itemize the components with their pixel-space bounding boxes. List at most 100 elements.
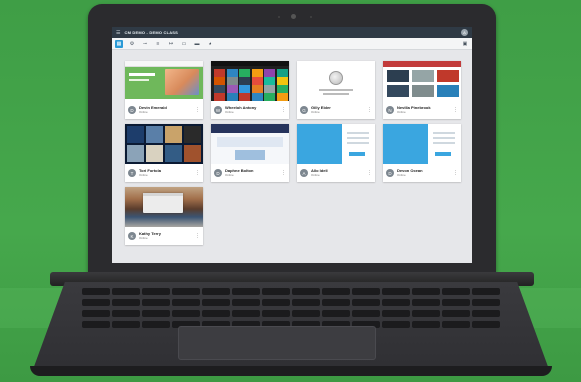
globe-icon[interactable]: ◕ — [206, 40, 214, 48]
student-status: Online — [139, 172, 148, 177]
keyboard-key — [82, 321, 110, 328]
chat-icon[interactable]: ▣ — [461, 40, 469, 48]
student-card[interactable]: D Daphne Bolton Online ⋮ — [211, 124, 289, 182]
student-status: Online — [139, 235, 148, 240]
hamburger-menu-icon[interactable]: ☰ — [116, 30, 120, 36]
keyboard-key — [262, 288, 290, 295]
keyboard — [82, 288, 500, 330]
keyboard-key — [112, 288, 140, 295]
grid-view-icon[interactable]: ▦ — [115, 39, 123, 48]
student-avatar: A — [300, 169, 308, 177]
camera-led — [278, 15, 280, 18]
student-info: W Wheeloh Antony Online ⋮ — [211, 101, 289, 119]
keyboard-key — [112, 310, 140, 317]
student-info: D Devon Ocean Online ⋮ — [383, 164, 461, 182]
keyboard-key — [322, 288, 350, 295]
camera-led — [310, 15, 312, 18]
student-status: Online — [311, 109, 320, 114]
app-bar: ☰ CM DEMO - DEMO CLASS A — [112, 27, 472, 38]
student-status: Online — [139, 109, 148, 114]
share-icon[interactable]: ↦ — [167, 40, 175, 48]
keyboard-key — [412, 310, 440, 317]
more-options-icon[interactable]: ⋮ — [367, 170, 372, 176]
screen-thumbnail[interactable] — [211, 124, 289, 164]
list-icon[interactable]: ≡ — [154, 40, 162, 48]
screen-thumbnail[interactable] — [297, 124, 375, 164]
student-card[interactable]: D Devin Emerald Online ⋮ — [125, 61, 203, 119]
class-title: CM DEMO - DEMO CLASS — [124, 30, 179, 35]
screen-thumbnail[interactable] — [383, 61, 461, 101]
screen-thumbnail[interactable] — [125, 187, 203, 227]
keyboard-key — [172, 288, 200, 295]
screen-thumbnail[interactable] — [125, 124, 203, 164]
student-avatar: D — [128, 106, 136, 114]
keyboard-key — [472, 288, 500, 295]
student-avatar: D — [386, 169, 394, 177]
keyboard-key — [82, 310, 110, 317]
more-options-icon[interactable]: ⋮ — [281, 107, 286, 113]
settings-icon[interactable]: ⚙ — [128, 40, 136, 48]
student-status: Online — [225, 109, 234, 114]
screen-thumbnail[interactable] — [383, 124, 461, 164]
keyboard-key — [382, 288, 410, 295]
student-info: A Allo Idell Online ⋮ — [297, 164, 375, 182]
keyboard-key — [262, 310, 290, 317]
screen: ☰ CM DEMO - DEMO CLASS A ▦ ⚙ ⊸ ≡ ↦ ▭ ▬ ◕… — [112, 27, 472, 263]
student-card[interactable]: G Gilly Elder Online ⋮ — [297, 61, 375, 119]
keyboard-key — [112, 299, 140, 306]
more-options-icon[interactable]: ⋮ — [367, 107, 372, 113]
keyboard-key — [82, 299, 110, 306]
laptop-base-edge — [30, 366, 552, 376]
more-options-icon[interactable]: ⋮ — [195, 233, 200, 239]
keyboard-key — [472, 299, 500, 306]
account-avatar[interactable]: A — [461, 29, 468, 36]
student-avatar: G — [300, 106, 308, 114]
student-info: T Tori Fortola Online ⋮ — [125, 164, 203, 182]
more-options-icon[interactable]: ⋮ — [453, 170, 458, 176]
keyboard-key — [262, 299, 290, 306]
lock-icon[interactable]: ⊸ — [141, 40, 149, 48]
keyboard-key — [142, 288, 170, 295]
more-options-icon[interactable]: ⋮ — [453, 107, 458, 113]
student-info: K Kathy Terry Online ⋮ — [125, 227, 203, 245]
more-options-icon[interactable]: ⋮ — [195, 170, 200, 176]
more-options-icon[interactable]: ⋮ — [195, 107, 200, 113]
student-grid: D Devin Emerald Online ⋮ W Wheeloh Anton… — [125, 61, 461, 245]
student-card[interactable]: K Kathy Terry Online ⋮ — [125, 187, 203, 245]
student-card[interactable]: W Wheeloh Antony Online ⋮ — [211, 61, 289, 119]
keyboard-key — [472, 310, 500, 317]
student-info: N Nevilla Pinebrook Online ⋮ — [383, 101, 461, 119]
keyboard-key — [232, 299, 260, 306]
screen-icon[interactable]: ▬ — [193, 40, 201, 48]
student-status: Online — [397, 109, 406, 114]
keyboard-key — [382, 321, 410, 328]
keyboard-key — [412, 299, 440, 306]
student-card[interactable]: A Allo Idell Online ⋮ — [297, 124, 375, 182]
tabs-icon[interactable]: ▭ — [180, 40, 188, 48]
more-options-icon[interactable]: ⋮ — [281, 170, 286, 176]
student-avatar: N — [386, 106, 394, 114]
student-card[interactable]: T Tori Fortola Online ⋮ — [125, 124, 203, 182]
keyboard-key — [202, 288, 230, 295]
student-card[interactable]: D Devon Ocean Online ⋮ — [383, 124, 461, 182]
keyboard-key — [232, 288, 260, 295]
keyboard-key — [172, 299, 200, 306]
screen-thumbnail[interactable] — [297, 61, 375, 101]
student-avatar: T — [128, 169, 136, 177]
keyboard-key — [142, 299, 170, 306]
screen-thumbnail[interactable] — [125, 61, 203, 101]
webcam — [291, 14, 296, 19]
student-status: Online — [311, 172, 320, 177]
screen-thumbnail[interactable] — [211, 61, 289, 101]
keyboard-key — [292, 288, 320, 295]
keyboard-key — [322, 299, 350, 306]
keyboard-key — [442, 288, 470, 295]
keyboard-key — [232, 310, 260, 317]
student-card[interactable]: N Nevilla Pinebrook Online ⋮ — [383, 61, 461, 119]
student-info: D Devin Emerald Online ⋮ — [125, 101, 203, 119]
laptop-lid: ☰ CM DEMO - DEMO CLASS A ▦ ⚙ ⊸ ≡ ↦ ▭ ▬ ◕… — [88, 4, 496, 284]
keyboard-key — [142, 310, 170, 317]
keyboard-key — [292, 310, 320, 317]
student-status: Online — [225, 172, 234, 177]
toolbar: ▦ ⚙ ⊸ ≡ ↦ ▭ ▬ ◕ ▣ — [112, 38, 472, 50]
